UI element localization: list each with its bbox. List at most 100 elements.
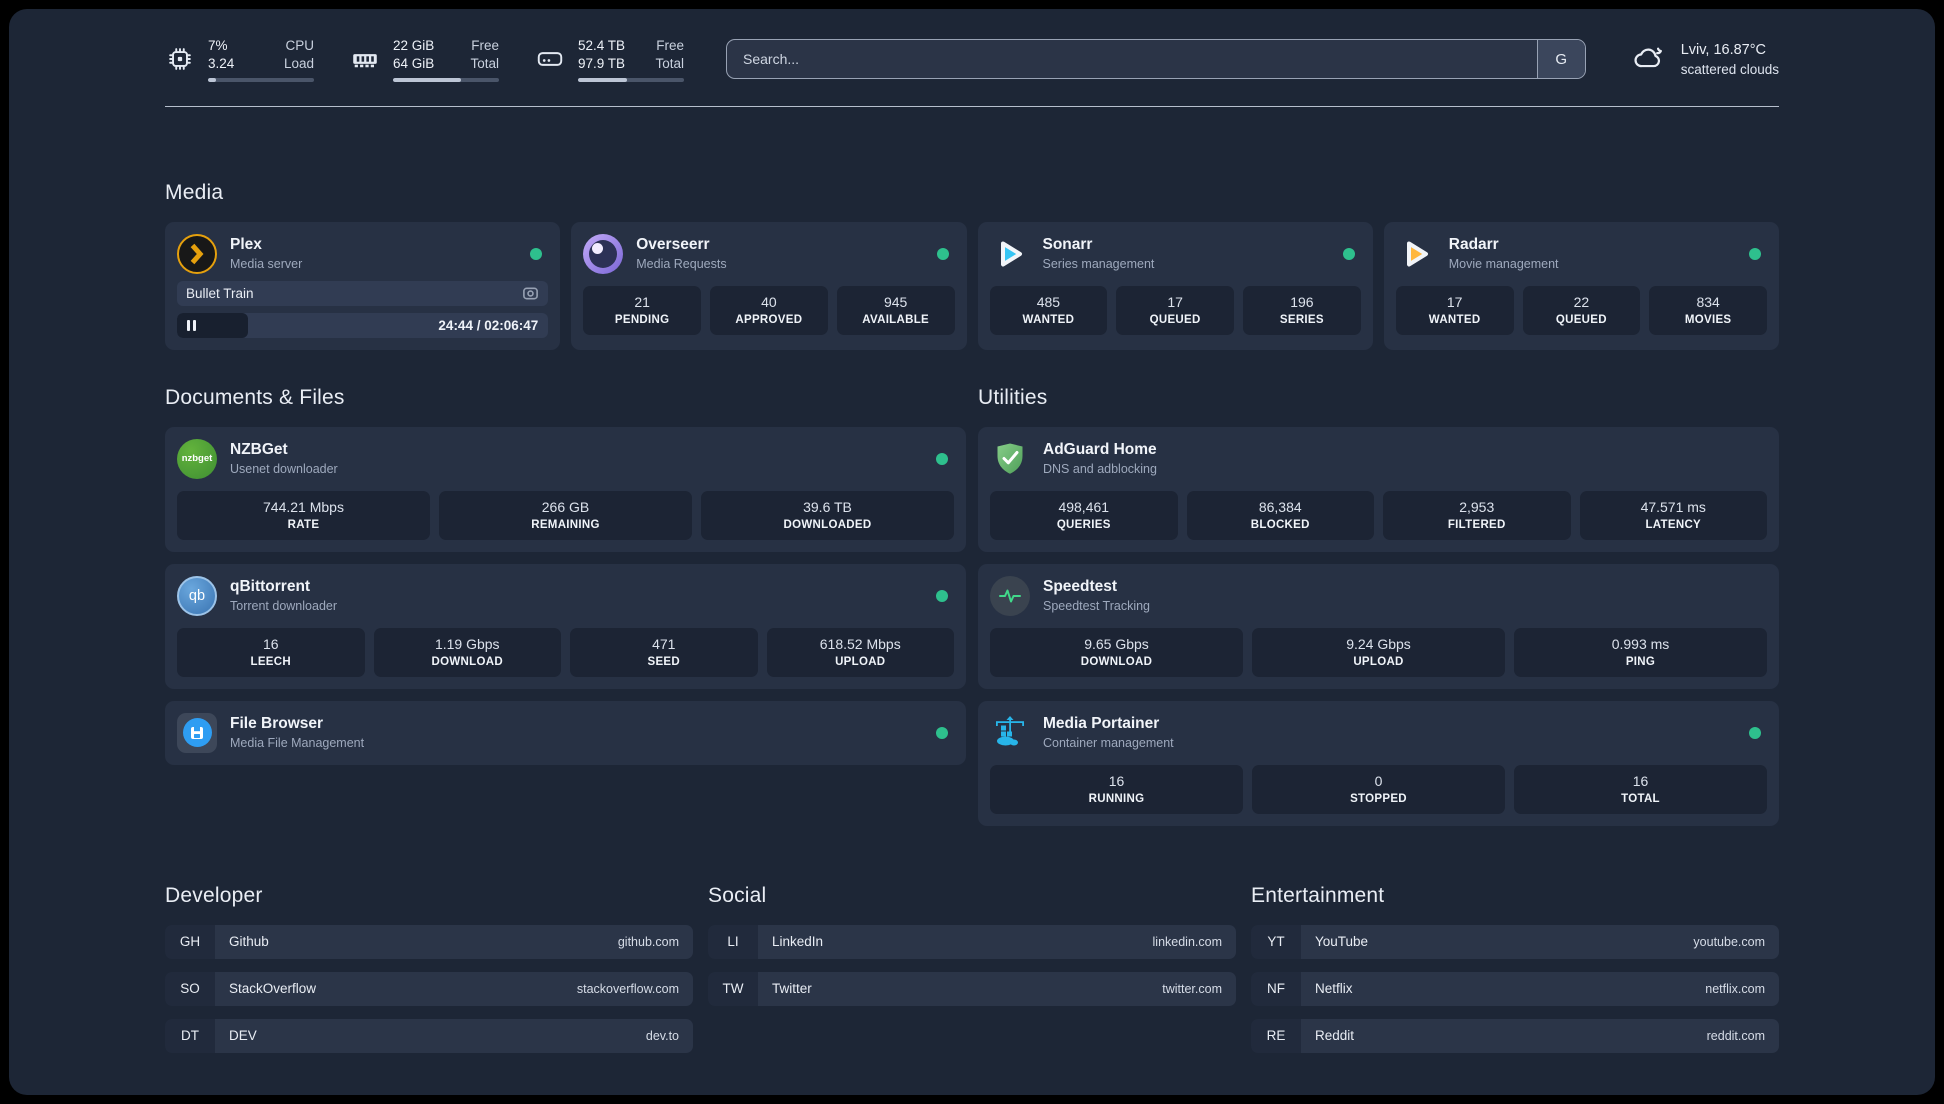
bookmark-name: StackOverflow [229,981,317,997]
cpu-usage-label: CPU [285,38,314,53]
memory-progress-fill [393,77,461,82]
qbittorrent-icon: qb [177,575,217,616]
disk-free-value: 52.4 TB [578,38,626,53]
cpu-progress-fill [208,77,217,82]
bookmark-domain: github.com [617,934,679,949]
service-subtitle: Media server [230,257,303,272]
cpu-progress-track [208,77,314,82]
stat-approved: 40 APPROVED [710,285,828,335]
service-title: AdGuard Home [1043,441,1157,459]
section-utilities: Utilities AdGuard Home DNS and adblockin… [978,386,1779,826]
service-title: Overseerr [636,236,710,254]
disk-free-label: Free [656,38,684,53]
playback-time: 24:44 / 02:06:47 [438,317,539,333]
bookmark-linkedin[interactable]: LI LinkedIn linkedin.com [708,924,1236,959]
memory-icon [350,44,380,74]
bookmark-abbr: RE [1251,1018,1301,1053]
stat-seed: 471 SEED [570,627,758,677]
status-dot [936,247,949,260]
bookmark-netflix[interactable]: NF Netflix netflix.com [1251,971,1779,1006]
service-card-overseerr[interactable]: Overseerr Media Requests 21 PENDING 40 APP… [571,221,967,350]
service-card-qbittorrent[interactable]: qb qBittorrent Torrent downloader 16 LEEC… [165,563,966,689]
bookmark-stackoverflow[interactable]: SO StackOverflow stackoverflow.com [165,971,693,1006]
filebrowser-icon [177,712,217,753]
stat-queued: 22 QUEUED [1522,285,1641,335]
search-input[interactable] [727,40,1537,79]
service-card-radarr[interactable]: Radarr Movie management 17 WANTED 22 QUEUE… [1383,221,1779,350]
service-title: Plex [230,236,262,254]
status-dot [1749,247,1761,260]
service-subtitle: Media File Management [230,736,365,751]
service-card-filebrowser[interactable]: File Browser Media File Management [165,700,966,765]
service-card-portainer[interactable]: Media Portainer Container management 16 R… [978,700,1779,826]
bookmark-abbr: GH [165,924,215,959]
bookmark-domain: twitter.com [1162,981,1222,996]
bookmark-abbr: SO [165,971,215,1006]
search-provider-button[interactable]: G [1536,40,1585,79]
weather-location-temp: Lviv, 16.87°C [1680,42,1767,59]
stat-latency: 47.571 ms LATENCY [1579,490,1767,540]
stat-available: 945 AVAILABLE [836,285,955,335]
cpu-load-label: Load [283,55,314,71]
bookmark-group-social: Social LI LinkedIn linkedin.com TW Twitte… [708,884,1236,1066]
cpu-load-value: 3.24 [208,55,235,71]
overseerr-icon [583,233,624,274]
header-divider [165,105,1779,107]
stat-movies: 834 MOVIES [1649,285,1767,335]
service-card-adguard[interactable]: AdGuard Home DNS and adblocking 498,461 Q… [978,426,1779,552]
service-subtitle: Movie management [1448,257,1559,272]
stat-series: 196 SERIES [1243,285,1361,335]
status-dot [1749,726,1761,739]
cpu-icon [165,44,195,74]
stat-leech: 16 LEECH [177,627,365,677]
service-card-plex[interactable]: Plex Media server Bullet Train 24:44 / 0 [165,221,561,350]
bookmark-domain: dev.to [645,1028,679,1043]
playback-progress-bar: 24:44 / 02:06:47 [177,312,549,338]
service-card-sonarr[interactable]: Sonarr Series management 485 WANTED 17 QUE… [977,221,1373,350]
memory-total-value: 64 GiB [393,55,435,71]
service-title: NZBGet [230,441,288,459]
radarr-icon [1396,234,1436,274]
cpu-widget: 7% CPU 3.24 Load [165,37,314,82]
service-subtitle: Series management [1042,257,1155,272]
bookmark-name: Github [229,934,269,950]
bookmark-reddit[interactable]: RE Reddit reddit.com [1251,1018,1779,1053]
bookmark-github[interactable]: GH Github github.com [165,924,693,959]
status-dot [530,247,543,260]
bookmark-abbr: YT [1251,924,1301,959]
stat-upload: 9.24 Gbps UPLOAD [1252,627,1505,677]
service-title: qBittorrent [230,578,311,596]
service-subtitle: Usenet downloader [230,462,338,477]
bookmark-name: LinkedIn [772,934,824,950]
section-title-documents: Documents & Files [165,385,345,409]
status-dot [936,589,948,602]
bookmark-abbr: DT [165,1018,215,1053]
service-card-speedtest[interactable]: Speedtest Speedtest Tracking 9.65 Gbps DO… [978,563,1779,689]
service-card-nzbget[interactable]: nzbget NZBGet Usenet downloader 744.21 M… [165,426,966,552]
bookmark-abbr: NF [1251,971,1301,1006]
bookmark-name: Twitter [772,981,812,997]
bookmark-domain: netflix.com [1705,981,1765,996]
status-dot [936,726,948,739]
bookmark-group-title: Entertainment [1251,883,1385,907]
weather-condition: scattered clouds [1680,61,1779,77]
bookmark-dev[interactable]: DT DEV dev.to [165,1018,693,1053]
bookmark-group-entertainment: Entertainment YT YouTube youtube.com NF N… [1251,884,1779,1066]
weather-widget: Lviv, 16.87°C scattered clouds [1630,40,1779,78]
pause-icon [187,319,196,331]
stat-upload: 618.52 Mbps UPLOAD [766,627,954,677]
nzbget-icon: nzbget [177,438,217,479]
bookmark-name: Netflix [1315,981,1353,997]
disk-widget: 52.4 TB Free 97.9 TB Total [535,37,684,82]
service-subtitle: Container management [1043,736,1174,751]
bookmark-twitter[interactable]: TW Twitter twitter.com [708,971,1236,1006]
stat-pending: 21 PENDING [583,285,701,335]
service-title: Sonarr [1042,236,1093,254]
service-title: File Browser [230,715,324,733]
bookmark-abbr: LI [708,924,758,959]
top-bar: 7% CPU 3.24 Load 22 GiB Free 64 GiB Tota… [165,37,1779,82]
bookmark-group-developer: Developer GH Github github.com SO StackOv… [165,884,693,1066]
memory-free-label: Free [471,38,499,53]
bookmark-youtube[interactable]: YT YouTube youtube.com [1251,924,1779,959]
disk-total-value: 97.9 TB [578,55,626,71]
